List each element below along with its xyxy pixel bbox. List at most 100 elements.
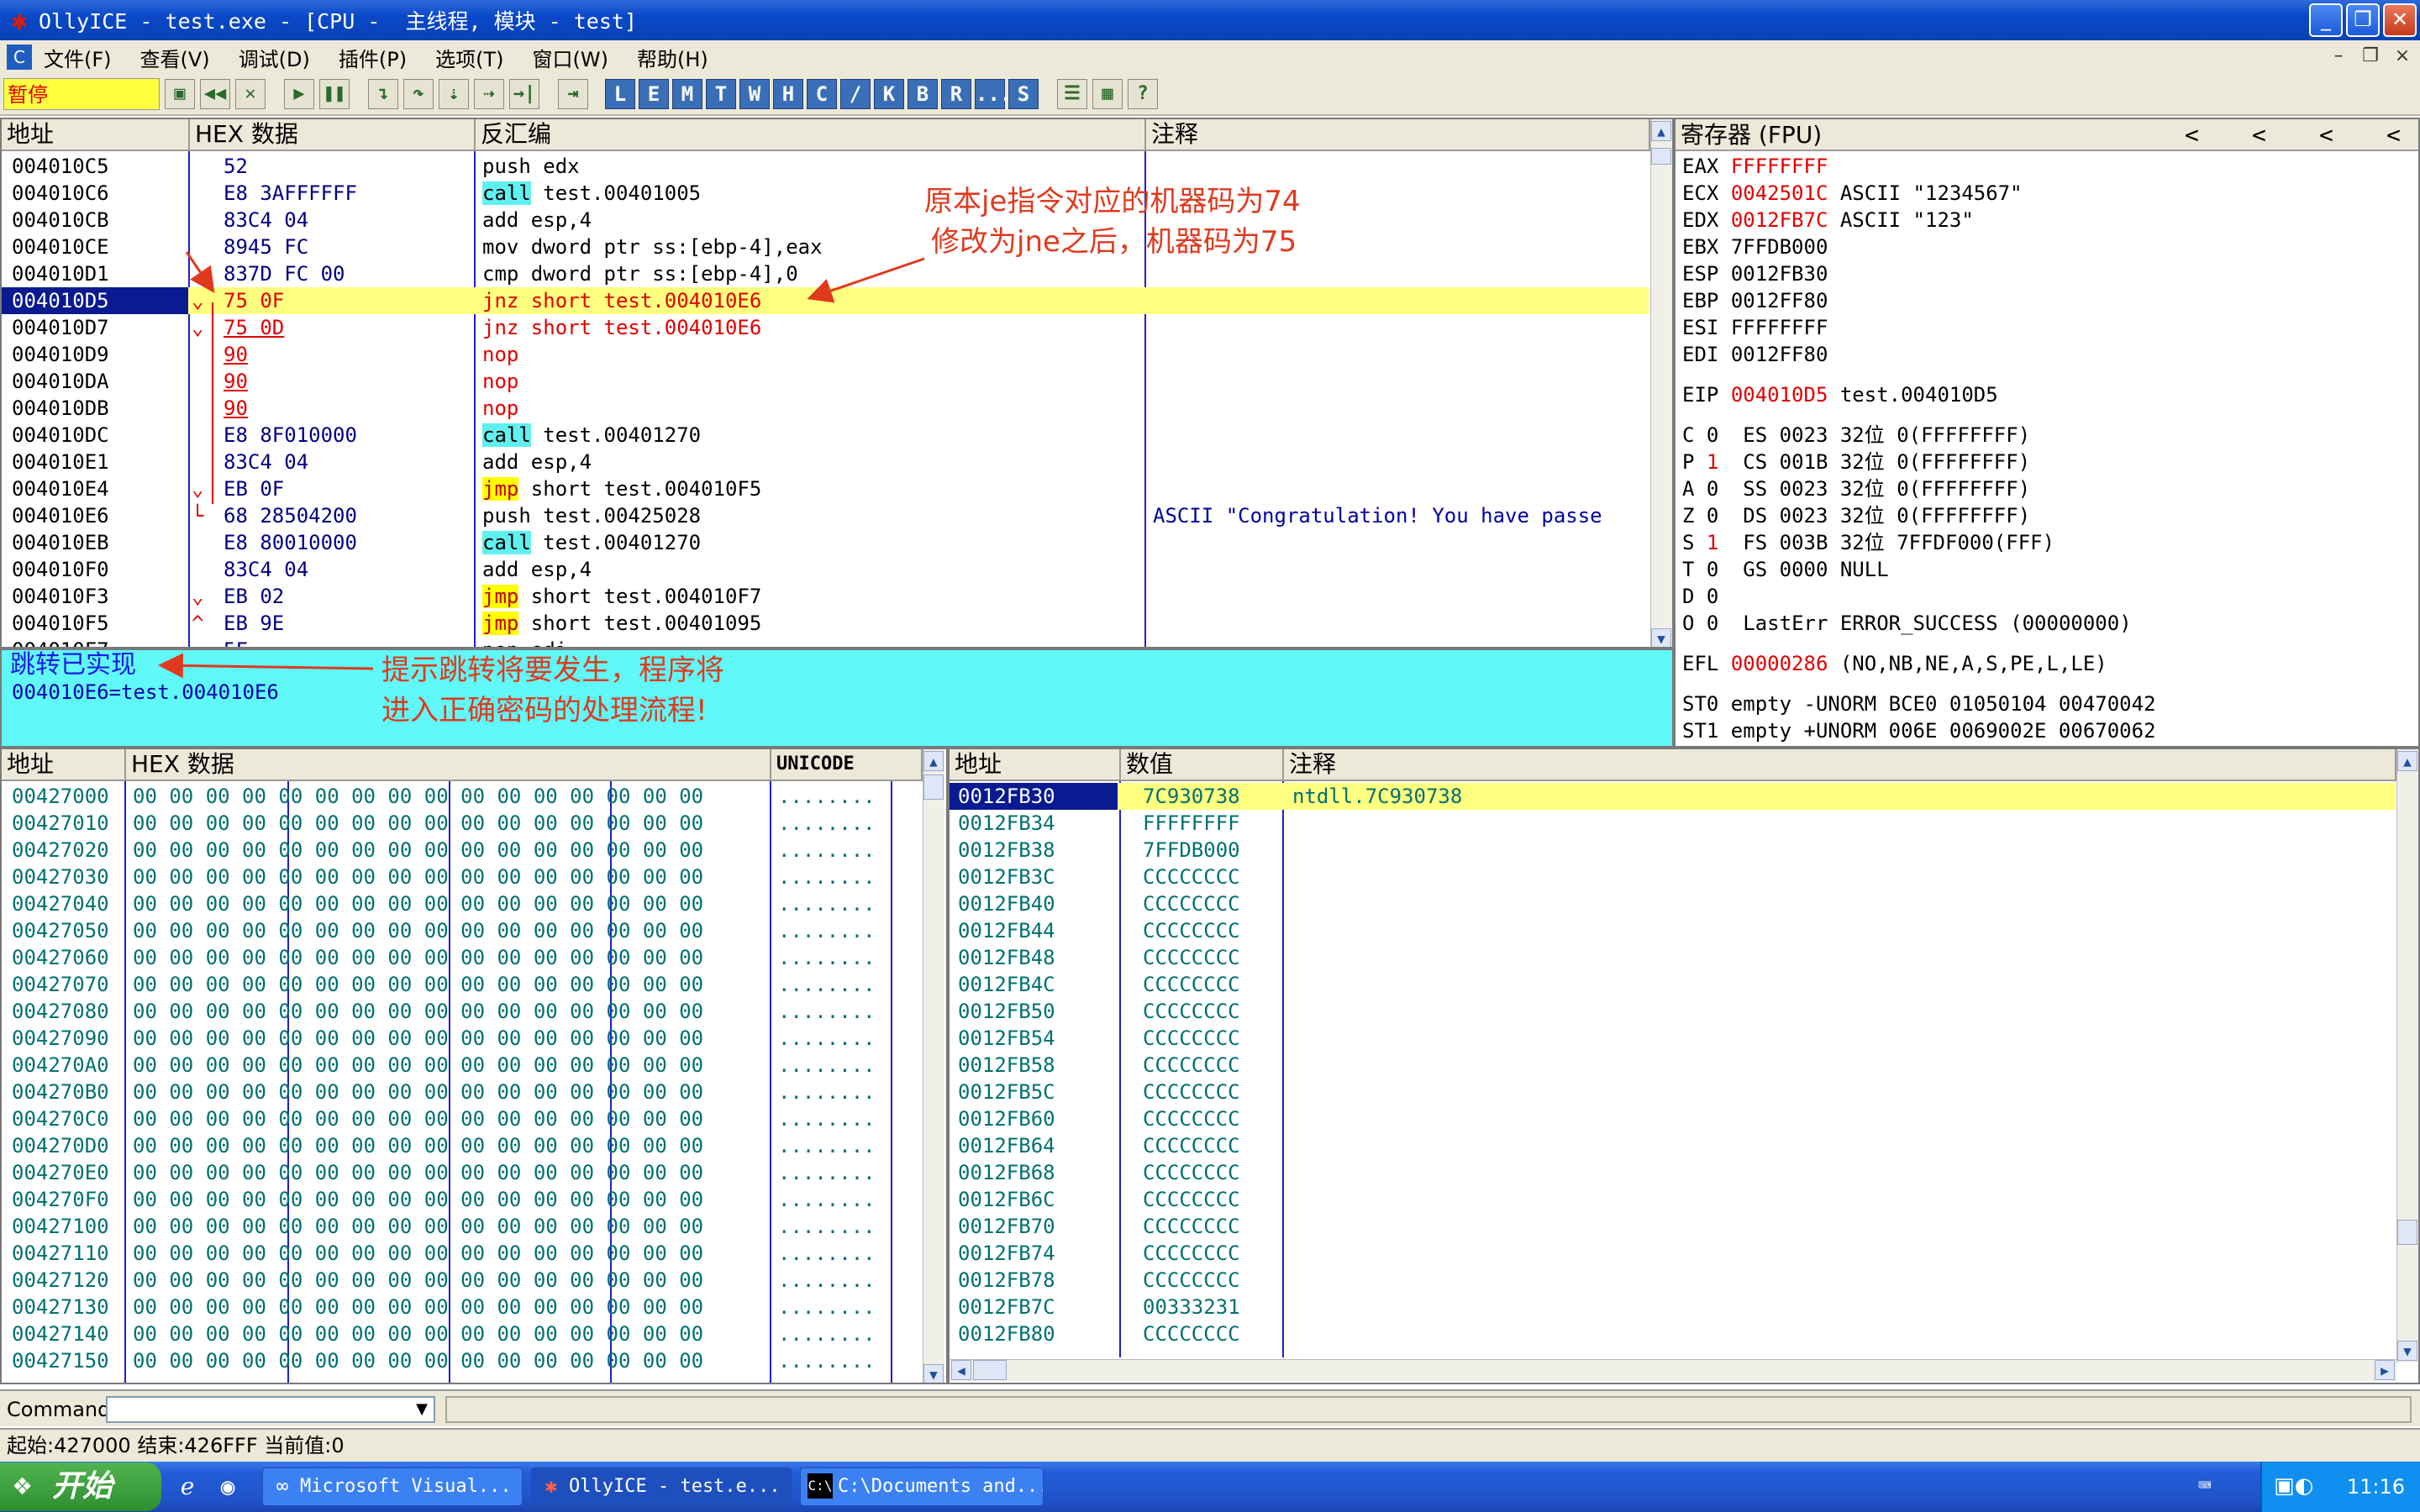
disasm-row[interactable]: 004010CE 8945 FC mov dword ptr ss:[ebp-4],… — [2, 234, 1649, 260]
dump-row[interactable]: 00427000 00 00 00 00 00 00 00 00 00 00 00… — [2, 783, 921, 810]
step-into-icon[interactable]: ↴ — [368, 79, 398, 109]
disasm-row[interactable]: 004010C6 E8 3AFFFFFF call test.00401005 — [2, 180, 1649, 207]
dump-row[interactable]: 00427110 00 00 00 00 00 00 00 00 00 00 00… — [2, 1240, 921, 1267]
dump-row[interactable]: 004270D0 00 00 00 00 00 00 00 00 00 00 00… — [2, 1132, 921, 1159]
register-value[interactable]: 7FFDB000 — [1731, 235, 1828, 259]
disasm-row[interactable]: 004010F3 ⌄ EB 02 jmp short test.004010F7 — [2, 583, 1649, 610]
task-command-prompt[interactable]: C:\ C:\Documents and... — [800, 1467, 1044, 1506]
disasm-row[interactable]: 004010D7 ⌄ 75 0D jnz short test.004010E6 — [2, 314, 1649, 341]
flag-value[interactable]: 0 — [1707, 612, 1718, 635]
command-input[interactable]: ▼ — [106, 1396, 435, 1423]
stack-pane[interactable]: 地址 数值 注释 0012FB30 7C930738 ntdll.7C930738 0… — [948, 748, 2420, 1384]
stack-row[interactable]: 0012FB50 CCCCCCCC — [950, 998, 2395, 1025]
cpu-window-icon[interactable]: C — [7, 45, 32, 70]
memory-dump-pane[interactable]: 地址 HEX 数据 UNICODE 00427000 00 00 00 00 00… — [0, 748, 948, 1384]
scroll-thumb[interactable] — [1651, 148, 1671, 165]
stack-row[interactable]: 0012FB34 FFFFFFFF — [950, 810, 2395, 837]
animate-into-icon[interactable]: ⇣ — [439, 79, 469, 109]
dump-row[interactable]: 00427010 00 00 00 00 00 00 00 00 00 00 00… — [2, 810, 921, 837]
disasm-row[interactable]: 004010F7 5F pop edi — [2, 637, 1649, 647]
task-ollyice[interactable]: ✱ OllyICE - test.e... — [531, 1467, 792, 1506]
memory-window-button[interactable]: M — [672, 79, 702, 109]
menu-debug[interactable]: 调试(D) — [239, 43, 310, 72]
dump-row[interactable]: 00427040 00 00 00 00 00 00 00 00 00 00 00… — [2, 890, 921, 917]
dump-row[interactable]: 00427030 00 00 00 00 00 00 00 00 00 00 00… — [2, 864, 921, 890]
disasm-row[interactable]: 004010D9 90 nop — [2, 341, 1649, 368]
references-window-button[interactable]: R — [941, 79, 971, 109]
dump-row[interactable]: 00427020 00 00 00 00 00 00 00 00 00 00 00… — [2, 837, 921, 864]
scroll-up-arrow[interactable]: ▲ — [2397, 751, 2417, 771]
run-trace-window-button[interactable]: ... — [975, 79, 1012, 109]
stack-row[interactable]: 0012FB3C CCCCCCCC — [950, 864, 2395, 890]
disasm-row[interactable]: 004010D5 ⌄ 75 0F jnz short test.004010E6 — [2, 287, 1649, 314]
scroll-up-arrow[interactable]: ▲ — [1651, 121, 1671, 141]
stack-row[interactable]: 0012FB6C CCCCCCCC — [950, 1186, 2395, 1213]
dump-row[interactable]: 004270A0 00 00 00 00 00 00 00 00 00 00 00… — [2, 1052, 921, 1079]
disasm-header-disassembly[interactable]: 反汇编 — [476, 119, 1146, 151]
flag-value[interactable]: 0 — [1707, 558, 1718, 581]
register-value[interactable]: FFFFFFFF — [1731, 155, 1828, 178]
disasm-row[interactable]: 004010F0 83C4 04 add esp,4 — [2, 556, 1649, 583]
dump-row[interactable]: 00427060 00 00 00 00 00 00 00 00 00 00 00… — [2, 944, 921, 971]
stack-horizontal-scrollbar[interactable]: ◀ ▶ — [950, 1359, 2396, 1381]
flag-row[interactable]: Z 0 DS 0023 32位 0(FFFFFFFF) — [1682, 502, 2413, 529]
disassembly-pane[interactable]: 地址 HEX 数据 反汇编 注释 004010C5 52 push edx 00401… — [0, 118, 1674, 648]
stack-row[interactable]: 0012FB64 CCCCCCCC — [950, 1132, 2395, 1159]
dump-header-hex[interactable]: HEX 数据 — [126, 749, 771, 781]
registers-nav-button[interactable]: < — [2319, 119, 2333, 151]
dump-row[interactable]: 00427150 00 00 00 00 00 00 00 00 00 00 00… — [2, 1347, 921, 1374]
register-row[interactable]: EBX 7FFDB000 — [1682, 234, 2413, 260]
mdi-restore-button[interactable]: ❐ — [2358, 44, 2383, 69]
disasm-row[interactable]: 004010DA 90 nop — [2, 368, 1649, 395]
browser-icon[interactable]: ◉ — [213, 1473, 242, 1501]
registers-nav-button[interactable]: < — [2185, 119, 2199, 151]
register-row[interactable]: EBP 0012FF80 — [1682, 287, 2413, 314]
stack-row[interactable]: 0012FB68 CCCCCCCC — [950, 1159, 2395, 1186]
stack-header-comment[interactable]: 注释 — [1284, 749, 2396, 781]
close-program-icon[interactable]: ✕ — [235, 79, 266, 109]
dump-header-address[interactable]: 地址 — [2, 749, 126, 781]
dump-row[interactable]: 00427080 00 00 00 00 00 00 00 00 00 00 00… — [2, 998, 921, 1025]
ie-icon[interactable]: ℯ — [173, 1473, 202, 1501]
registers-nav-button[interactable]: < — [2252, 119, 2266, 151]
flag-row[interactable]: P 1 CS 001B 32位 0(FFFFFFFF) — [1682, 449, 2413, 475]
disasm-row[interactable]: 004010DC E8 8F010000 call test.00401270 — [2, 422, 1649, 449]
menu-window[interactable]: 窗口(W) — [533, 43, 608, 72]
register-value[interactable]: 0012FB7C — [1731, 208, 1828, 232]
stack-row[interactable]: 0012FB40 CCCCCCCC — [950, 890, 2395, 917]
dump-row[interactable]: 00427070 00 00 00 00 00 00 00 00 00 00 00… — [2, 971, 921, 998]
flag-value[interactable]: 0 — [1707, 477, 1718, 501]
stack-row[interactable]: 0012FB38 7FFDB000 — [950, 837, 2395, 864]
stack-row[interactable]: 0012FB4C CCCCCCCC — [950, 971, 2395, 998]
scroll-up-arrow[interactable]: ▲ — [923, 751, 944, 771]
stack-row[interactable]: 0012FB30 7C930738 ntdll.7C930738 — [950, 783, 2395, 810]
restart-icon[interactable]: ◀◀ — [200, 79, 230, 109]
debug-options-icon[interactable]: ☰ — [1057, 79, 1087, 109]
register-row[interactable]: EDX 0012FB7C ASCII "123" — [1682, 207, 2413, 234]
flag-row[interactable]: C 0 ES 0023 32位 0(FFFFFFFF) — [1682, 422, 2413, 449]
menu-view[interactable]: 查看(V) — [140, 43, 210, 72]
stack-row[interactable]: 0012FB44 CCCCCCCC — [950, 917, 2395, 944]
source-window-button[interactable]: S — [1008, 79, 1039, 109]
flag-value[interactable]: 0 — [1707, 585, 1718, 608]
disasm-row[interactable]: 004010D1 837D FC 00 cmp dword ptr ss:[ebp-… — [2, 260, 1649, 287]
step-over-icon[interactable]: ↷ — [403, 79, 434, 109]
menu-options[interactable]: 选项(T) — [435, 43, 503, 72]
stack-row[interactable]: 0012FB74 CCCCCCCC — [950, 1240, 2395, 1267]
dump-row[interactable]: 00427140 00 00 00 00 00 00 00 00 00 00 00… — [2, 1320, 921, 1347]
flag-value[interactable]: 1 — [1707, 531, 1718, 554]
menu-help[interactable]: 帮助(H) — [637, 43, 708, 72]
disasm-header-hex[interactable]: HEX 数据 — [190, 119, 476, 151]
open-icon[interactable]: ▣ — [165, 79, 195, 109]
scroll-thumb[interactable] — [2397, 1220, 2417, 1245]
help-icon[interactable]: ? — [1128, 79, 1158, 109]
disasm-row[interactable]: 004010EB E8 80010000 call test.00401270 — [2, 529, 1649, 556]
scroll-down-arrow[interactable]: ▼ — [2397, 1341, 2417, 1361]
stack-row[interactable]: 0012FB48 CCCCCCCC — [950, 944, 2395, 971]
fpu-row[interactable]: ST0 empty -UNORM BCE0 01050104 00470042 — [1682, 690, 2413, 717]
disasm-header-address[interactable]: 地址 — [2, 119, 190, 151]
register-value[interactable]: FFFFFFFF — [1731, 316, 1828, 339]
stack-row[interactable]: 0012FB54 CCCCCCCC — [950, 1025, 2395, 1052]
pause-icon[interactable]: ❚❚ — [319, 79, 350, 109]
register-row[interactable]: EDI 0012FF80 — [1682, 341, 2413, 368]
